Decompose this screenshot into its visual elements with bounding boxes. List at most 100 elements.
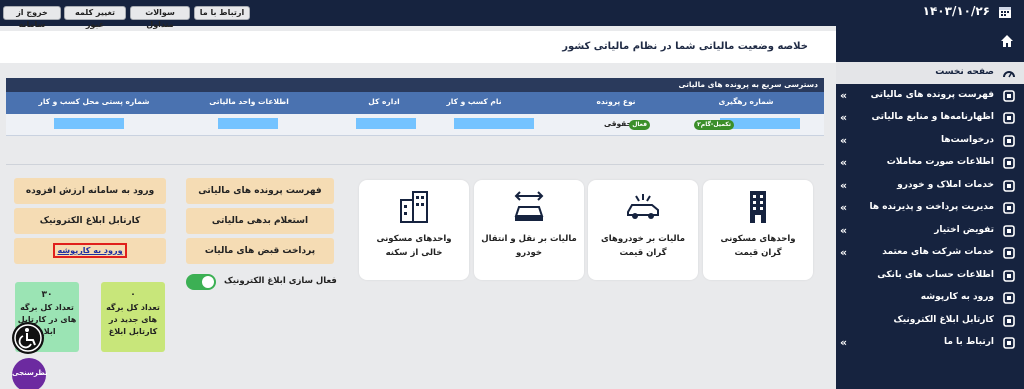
toggle-knob: [202, 276, 214, 288]
service-label: مالیات بر خودروهای گران قیمت: [600, 234, 686, 258]
table-header: شماره رهگیری نوع پرونده نام کسب و کار اد…: [6, 92, 824, 114]
logout-button[interactable]: خروج از سامانه: [3, 6, 61, 29]
sidebar-item[interactable]: خدمات املاک و خودرو «: [836, 175, 1024, 197]
building-icon: [750, 191, 766, 223]
transactions-icon: [1003, 157, 1015, 169]
tax-files-list-button[interactable]: فهرست پرونده های مالیاتی: [186, 178, 334, 204]
service-car-transfer-tax[interactable]: مالیات بر نقل و انتقال خودرو: [474, 180, 584, 280]
home-icon[interactable]: [1000, 34, 1014, 48]
tax-debt-inquiry-button[interactable]: استعلام بدهی مالیاتی: [186, 208, 334, 234]
empty-building-icon: [400, 191, 428, 223]
count-card-new: ۰ تعداد کل برگه های جدید در کارتابل ابلا…: [101, 282, 165, 352]
speedometer-icon: [1003, 71, 1015, 78]
mail-icon: [1003, 337, 1015, 349]
current-date: ۱۴۰۳/۱۰/۲۶: [922, 4, 990, 18]
pay-tax-bills-button[interactable]: پرداخت قبض های مالیات: [186, 238, 334, 264]
chevron-icon: «: [840, 133, 848, 147]
sidebar-item[interactable]: اطلاعات حساب های بانکی: [836, 265, 1024, 287]
e-notice-toggle[interactable]: [186, 274, 216, 290]
accessibility-button[interactable]: [12, 322, 44, 354]
service-label: واحدهای مسکونی خالی از سکنه: [376, 234, 452, 258]
col-business-name: نام کسب و کار: [446, 97, 502, 106]
sidebar-item-label: فهرست پرونده های مالیاتی: [870, 89, 994, 100]
karpooshe-login-button[interactable]: ورود به کارپوشه: [14, 238, 166, 264]
service-label: واحدهای مسکونی گران قیمت: [720, 234, 796, 258]
delegate-icon: [1003, 224, 1015, 237]
card-icon: [1003, 202, 1015, 214]
service-empty-housing[interactable]: واحدهای مسکونی خالی از سکنه: [359, 180, 469, 280]
luxury-car-icon: [627, 194, 659, 219]
count-caption: تعداد کل برگه های جدید در کارتابل ابلاغ: [106, 303, 160, 336]
car-transfer-icon: [514, 191, 544, 221]
col-type: نوع پرونده: [596, 97, 636, 106]
survey-button[interactable]: نظرسنجی: [12, 358, 48, 389]
sidebar-item[interactable]: ورود به کارپوشه: [836, 287, 1024, 309]
sidebar-item[interactable]: خدمات شرکت های معتمد «: [836, 242, 1024, 264]
chevron-icon: «: [840, 246, 848, 259]
document-icon: [1003, 112, 1015, 124]
service-label: مالیات بر نقل و انتقال خودرو: [481, 234, 577, 258]
vat-system-button[interactable]: ورود به سامانه ارزش افزوده: [14, 178, 166, 204]
postal-code-value: [54, 118, 124, 129]
main-content: خلاصه وضعیت مالیاتی شما در نظام مالیاتی …: [0, 26, 836, 389]
sidebar-item[interactable]: مدیریت پرداخت و پذیرنده ها «: [836, 197, 1024, 219]
sidebar-item-label: تفویض اختیار: [934, 224, 994, 235]
sidebar-item[interactable]: اظهارنامه‌ها و منابع مالیاتی «: [836, 107, 1024, 129]
status-badge: تکمیل-گام۲: [694, 120, 734, 130]
sidebar-item[interactable]: کارتابل ابلاغ الکترونیک: [836, 310, 1024, 332]
chevron-icon: «: [840, 88, 848, 102]
wheelchair-icon: [14, 324, 42, 352]
sidebar-item[interactable]: ارتباط با ما «: [836, 332, 1024, 354]
folder-icon: [1003, 292, 1015, 304]
sidebar-item-label: ارتباط با ما: [943, 337, 994, 347]
quick-access-header: دسترسی سریع به پرونده های مالیاتی: [6, 78, 824, 92]
service-luxury-car-tax[interactable]: مالیات بر خودروهای گران قیمت: [588, 180, 698, 280]
sidebar-item-label: صفحه نخست: [935, 67, 994, 77]
sidebar-item[interactable]: صفحه نخست: [836, 62, 1024, 84]
col-tracking: شماره رهگیری: [718, 97, 774, 106]
faq-button[interactable]: سوالات متداول: [130, 6, 190, 29]
sidebar-item[interactable]: فهرست پرونده های مالیاتی «: [836, 85, 1024, 107]
sidebar-item-label: اطلاعات حساب های بانکی: [877, 269, 994, 280]
col-directorate: اداره کل: [368, 97, 400, 106]
table-row[interactable]: تکمیل-گام۲ حقوقی فعال: [6, 114, 824, 136]
car-icon: [1003, 179, 1015, 192]
calendar-icon[interactable]: [998, 5, 1012, 19]
business-name-value: [454, 118, 534, 129]
sidebar-item-label: ورود به کارپوشه: [920, 292, 994, 302]
summary-card: خلاصه وضعیت مالیاتی شما در نظام مالیاتی …: [0, 31, 836, 63]
page-title: خلاصه وضعیت مالیاتی شما در نظام مالیاتی …: [562, 41, 808, 52]
chevron-icon: «: [840, 201, 848, 214]
col-tax-unit: اطلاعات واحد مالیاتی: [209, 97, 289, 106]
chevron-icon: «: [840, 336, 848, 349]
e-notice-toggle-label: فعال سازی ابلاغ الکترونیک: [224, 276, 337, 286]
sidebar-item[interactable]: اطلاعات صورت معاملات «: [836, 152, 1024, 174]
request-icon: [1003, 134, 1015, 147]
file-type: حقوقی: [603, 119, 632, 128]
sidebar: صفحه نخست فهرست پرونده های مالیاتی «اظهارن…: [836, 26, 1024, 389]
bank-icon: [1003, 269, 1015, 282]
sidebar-item[interactable]: تفویض اختیار «: [836, 220, 1024, 242]
service-luxury-housing[interactable]: واحدهای مسکونی گران قیمت: [703, 180, 813, 280]
inbox-icon: [1003, 314, 1015, 327]
chevron-icon: «: [840, 156, 848, 169]
sidebar-item-label: مدیریت پرداخت و پذیرنده ها: [869, 202, 994, 212]
trusted-icon: [1003, 247, 1015, 259]
directorate-value: [356, 118, 416, 129]
chevron-icon: «: [840, 223, 848, 237]
active-badge: فعال: [629, 120, 650, 130]
sidebar-item-label: خدمات املاک و خودرو: [897, 179, 994, 190]
sidebar-item-label: اظهارنامه‌ها و منابع مالیاتی: [871, 112, 995, 122]
change-password-button[interactable]: تغییر کلمه عبور: [64, 6, 126, 29]
divider: [6, 164, 824, 165]
sidebar-item-label: درخواست‌ها: [940, 134, 994, 145]
sidebar-item-label: خدمات شرکت های معتمد: [882, 247, 994, 257]
e-notice-inbox-button[interactable]: کارتابل ابلاغ الکترونیک: [14, 208, 166, 234]
sidebar-item[interactable]: درخواست‌ها «: [836, 130, 1024, 152]
col-postal-code: شماره پستی محل کسب و کار: [38, 97, 150, 106]
count-value: ۰: [130, 290, 136, 300]
chevron-icon: «: [840, 111, 848, 124]
contact-us-button[interactable]: ارتباط با ما: [194, 6, 250, 20]
top-bar: ارتباط با ما سوالات متداول تغییر کلمه عب…: [0, 0, 1024, 29]
sidebar-item-label: کارتابل ابلاغ الکترونیک: [893, 314, 994, 325]
